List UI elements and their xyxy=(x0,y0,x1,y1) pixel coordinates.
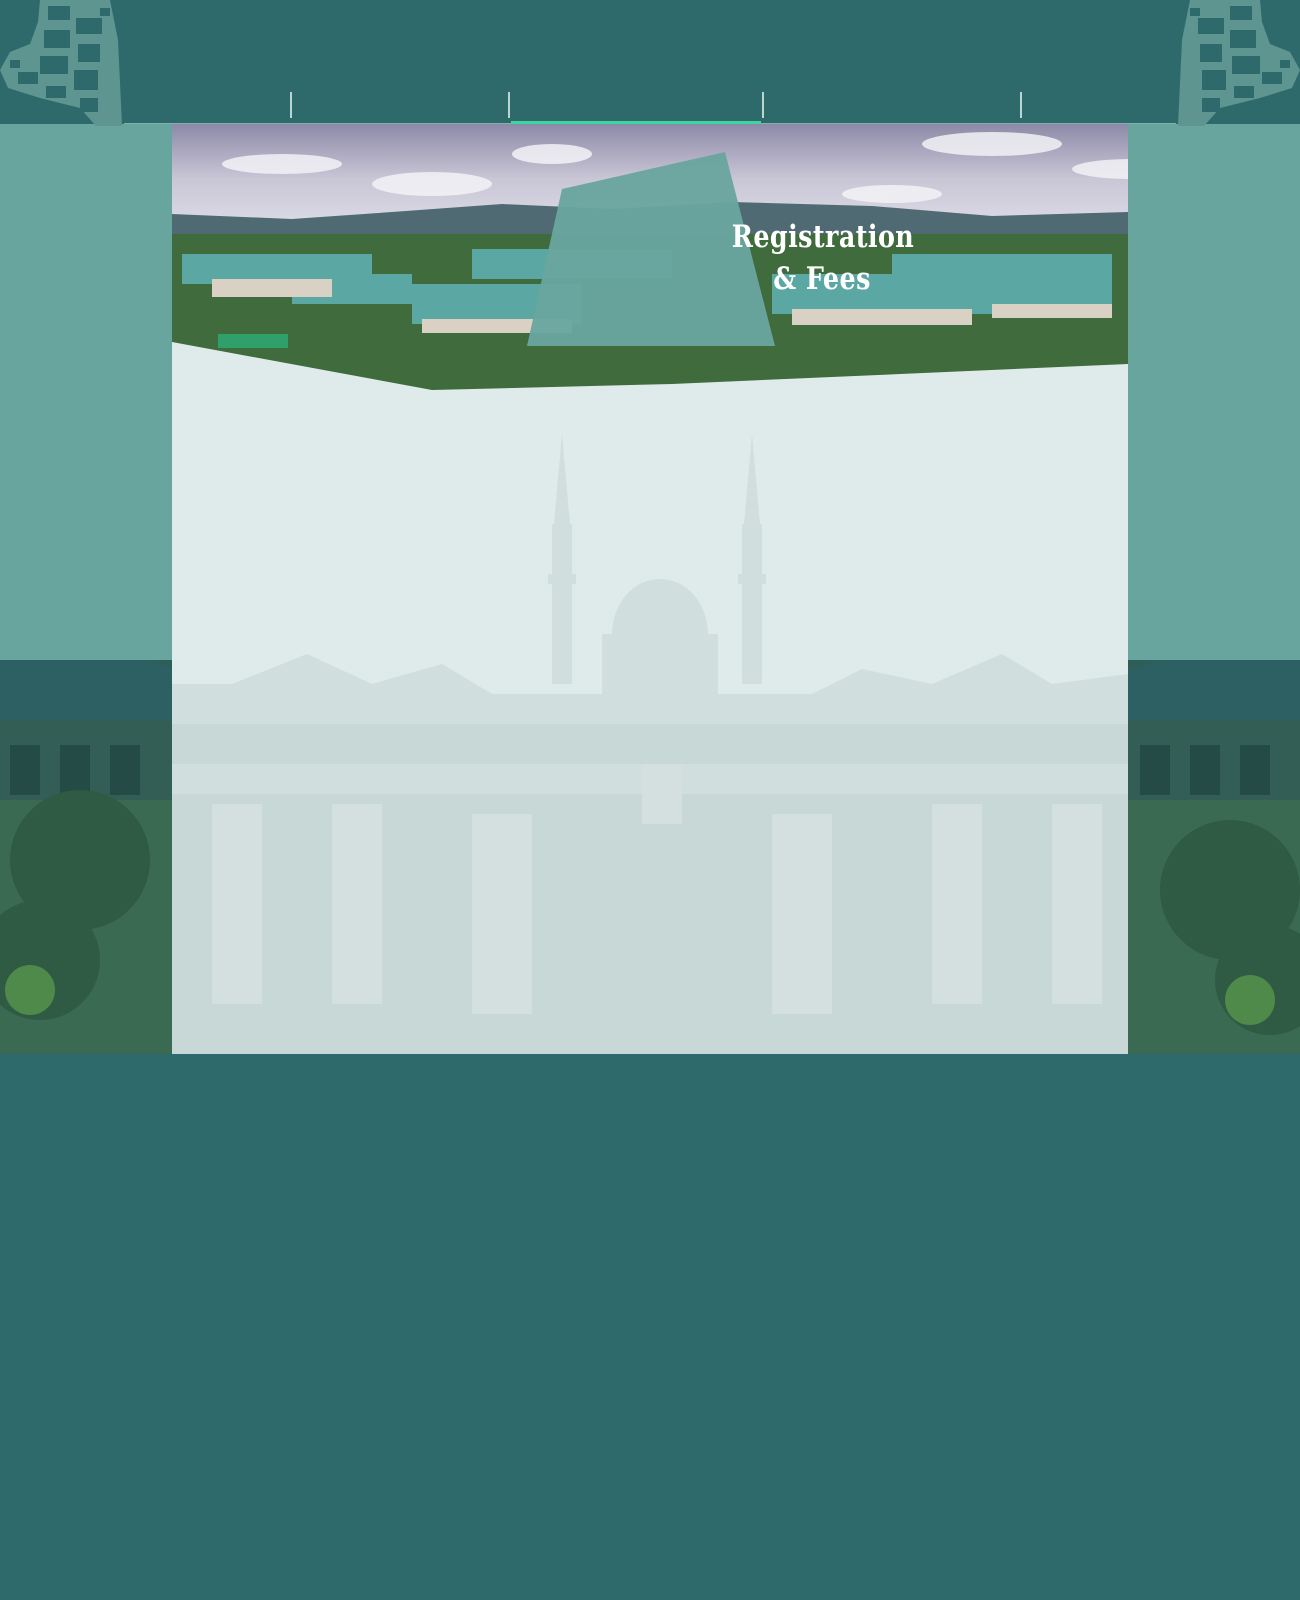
page-title: Registration & Fees xyxy=(731,216,915,300)
main-nav xyxy=(124,90,1176,124)
pixel-pattern-right-icon xyxy=(1178,0,1300,126)
page-title-line-2: & Fees xyxy=(773,261,871,297)
nav-item-3-active[interactable] xyxy=(510,90,758,124)
mosque-silhouette xyxy=(172,434,1128,1054)
nav-item-1[interactable] xyxy=(124,90,290,124)
page-title-line-1: Registration xyxy=(731,219,915,255)
nav-item-4[interactable] xyxy=(764,90,1020,124)
site-header xyxy=(0,0,1300,126)
nav-item-2[interactable] xyxy=(292,90,508,124)
nav-item-5[interactable] xyxy=(1022,90,1176,124)
pixel-pattern-left-icon xyxy=(0,0,122,126)
title-badge xyxy=(527,152,775,346)
content-panel: Registration & Fees xyxy=(172,124,1128,1054)
